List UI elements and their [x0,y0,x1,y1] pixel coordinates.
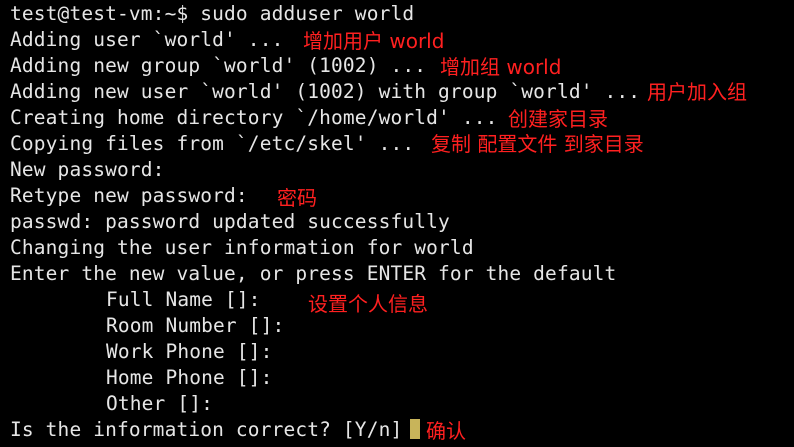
annotation-add-group: 增加组 world [440,55,562,79]
annotation-personal-info: 设置个人信息 [308,292,428,316]
terminal-line: Creating home directory `/home/world' ..… [10,106,498,129]
terminal-line: Adding new group `world' (1002) ... [10,54,427,77]
terminal-line-command: test@test-vm:~$ sudo adduser world [10,2,415,25]
terminal-line: passwd: password updated successfully [10,210,450,233]
terminal-window[interactable]: test@test-vm:~$ sudo adduser world Addin… [0,0,794,447]
terminal-line-confirm-prompt: Is the information correct? [Y/n] [10,417,421,443]
terminal-line: Adding user `world' ... [10,28,284,51]
terminal-line-work-phone: Work Phone []: [106,340,273,363]
terminal-line-home-phone: Home Phone []: [106,366,273,389]
annotation-password: 密码 [277,186,317,210]
annotation-copy-config: 复制 配置文件 到家目录 [431,132,644,156]
annotation-create-home: 创建家目录 [508,107,608,131]
terminal-line-room-number: Room Number []: [106,314,285,337]
terminal-line-full-name: Full Name []: [106,288,261,311]
terminal-line: Copying files from `/etc/skel' ... [10,132,415,155]
terminal-line: Adding new user `world' (1002) with grou… [10,80,641,103]
text-cursor[interactable] [410,419,421,439]
annotation-add-user-to-group: 用户加入组 [647,80,747,104]
terminal-line-retype-password-prompt: Retype new password: [10,184,248,207]
terminal-line: Changing the user information for world [10,236,474,259]
annotation-add-user: 增加用户 world [303,29,445,53]
terminal-line: Enter the new value, or press ENTER for … [10,262,617,285]
terminal-line-password-prompt: New password: [10,158,165,181]
confirm-prompt-text: Is the information correct? [Y/n] [10,418,403,441]
annotation-confirm: 确认 [426,419,466,443]
terminal-line-other: Other []: [106,392,214,415]
